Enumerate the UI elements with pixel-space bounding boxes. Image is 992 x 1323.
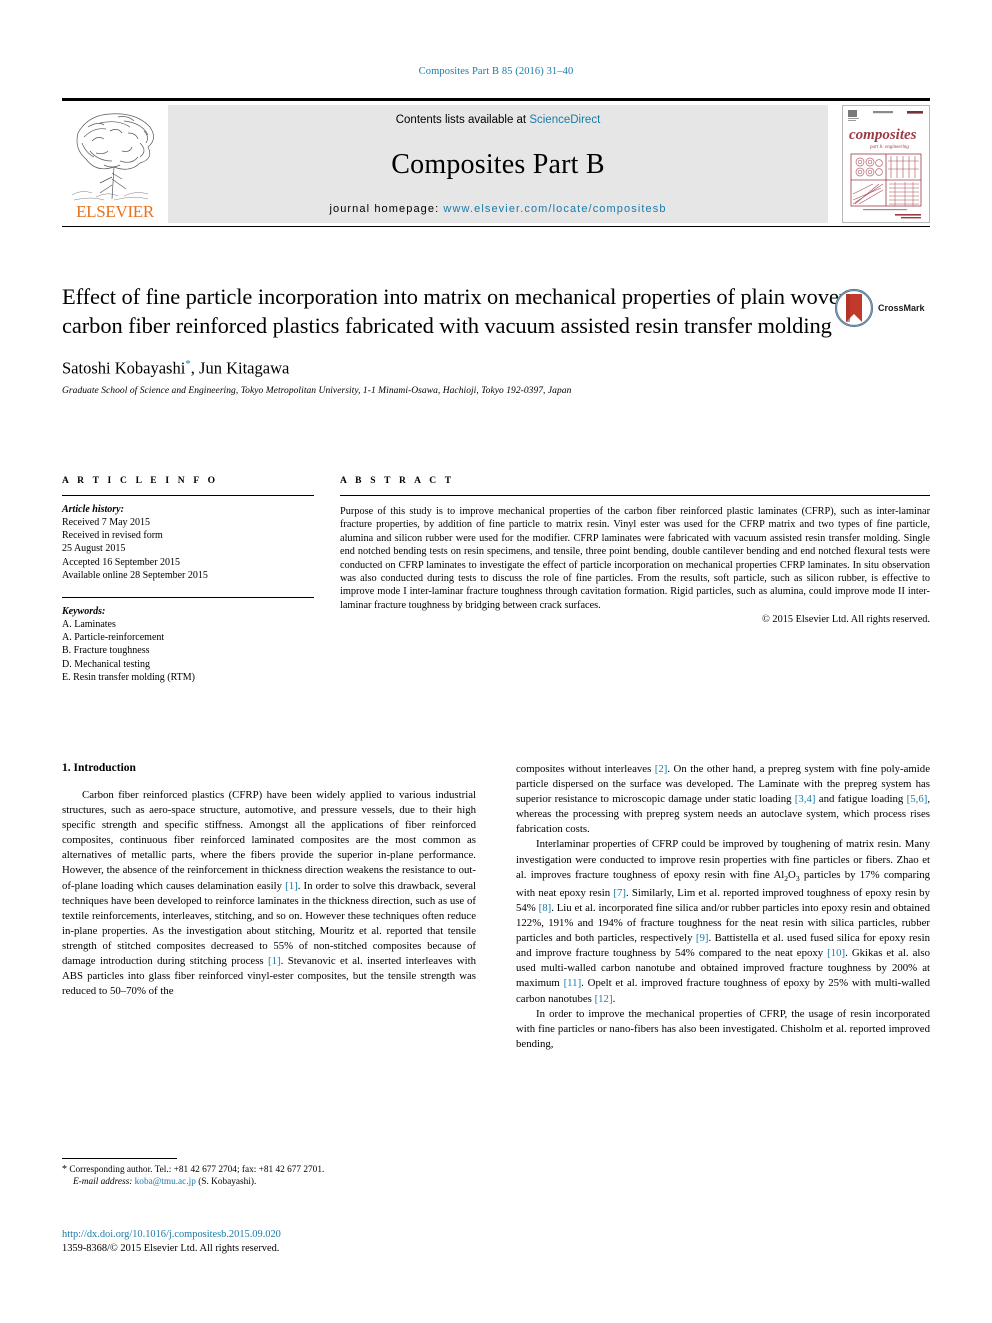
email-address-link[interactable]: koba@tmu.ac.jp (135, 1177, 196, 1187)
journal-homepage-line: journal homepage: www.elsevier.com/locat… (329, 203, 666, 215)
article-history-label: Article history: (62, 504, 124, 515)
body-column-right: composites without interleaves [2]. On t… (516, 762, 930, 1052)
article-info-rule (62, 495, 314, 496)
author-list: Satoshi Kobayashi*, Jun Kitagawa (62, 358, 930, 379)
sciencedirect-link[interactable]: ScienceDirect (529, 114, 600, 126)
email-owner: (S. Kobayashi). (198, 1177, 257, 1188)
masthead-body: ELSEVIER Contents lists available at Sci… (62, 104, 930, 223)
section-heading-introduction: 1. Introduction (62, 762, 136, 774)
affiliation: Graduate School of Science and Engineeri… (62, 385, 572, 396)
body-column-left: 1. Introduction Carbon fiber reinforced … (62, 762, 476, 1052)
body-columns: 1. Introduction Carbon fiber reinforced … (62, 762, 930, 1052)
contents-prefix: Contents lists available at (395, 113, 530, 126)
elsevier-tree-icon (71, 112, 154, 200)
abstract-copyright: © 2015 Elsevier Ltd. All rights reserved… (762, 614, 930, 626)
footnote-block: * Corresponding author. Tel.: +81 42 677… (62, 1158, 476, 1189)
doi-block: http://dx.doi.org/10.1016/j.compositesb.… (62, 1228, 562, 1256)
masthead-top-rule (62, 98, 930, 101)
abstract-rule (340, 495, 930, 496)
footnote-rule (62, 1158, 177, 1159)
doi-link[interactable]: http://dx.doi.org/10.1016/j.compositesb.… (62, 1228, 562, 1242)
keyword-item: D. Mechanical testing (62, 658, 151, 670)
page-title: Effect of fine particle incorporation in… (62, 284, 850, 338)
elsevier-logo: ELSEVIER (62, 104, 168, 223)
cover-artwork: composites part b: engineering (843, 105, 929, 222)
keyword-item: A. Laminates (62, 619, 116, 631)
crossmark-badge[interactable]: CrossMark (834, 286, 930, 330)
email-address-label: E-mail address: (73, 1177, 133, 1188)
journal-title: Composites Part B (391, 149, 605, 180)
homepage-prefix: journal homepage: (329, 202, 444, 215)
abstract-heading: A B S T R A C T (340, 476, 455, 486)
keywords-rule (62, 597, 314, 599)
keywords-label: Keywords: (62, 606, 106, 618)
crossmark-icon[interactable] (834, 288, 874, 328)
author-rest: , Jun Kitagawa (190, 358, 290, 378)
masthead-bottom-rule (62, 225, 930, 227)
keyword-item: B. Fracture toughness (62, 645, 150, 657)
intro-paragraph: Interlaminar properties of CFRP could be… (516, 838, 931, 1005)
author-primary: Satoshi Kobayashi (62, 358, 186, 378)
svg-text:part b: engineering: part b: engineering (869, 145, 909, 150)
svg-text:composites: composites (849, 127, 917, 143)
history-item: Received in revised form (62, 530, 163, 542)
history-item: 25 August 2015 (62, 543, 126, 555)
abstract-text: Purpose of this study is to improve mech… (340, 506, 930, 611)
intro-paragraph: In order to improve the mechanical prope… (516, 1007, 930, 1050)
article-info-column: A R T I C L E I N F O Article history: R… (62, 476, 314, 684)
article-info-heading: A R T I C L E I N F O (62, 476, 219, 486)
issn-copyright-line: 1359-8368/© 2015 Elsevier Ltd. All right… (62, 1243, 280, 1254)
history-item: Received 7 May 2015 (62, 517, 151, 528)
info-abstract-block: A R T I C L E I N F O Article history: R… (62, 476, 930, 684)
history-item: Accepted 16 September 2015 (62, 556, 181, 568)
journal-homepage-link[interactable]: www.elsevier.com/locate/compositesb (443, 203, 666, 215)
contents-list-line: Contents lists available at ScienceDirec… (396, 114, 601, 126)
elsevier-wordmark: ELSEVIER (76, 201, 154, 221)
footnote-star: * (62, 1164, 67, 1175)
intro-paragraph: Carbon fiber reinforced plastics (CFRP) … (62, 789, 476, 998)
journal-cover-thumbnail: composites part b: engineering (842, 104, 930, 223)
crossmark-label: CrossMark (878, 303, 925, 313)
running-head: Composites Part B 85 (2016) 31–40 (418, 66, 574, 77)
history-item: Available online 28 September 2015 (62, 569, 208, 581)
email-note: E-mail address: koba@tmu.ac.jp (S. Kobay… (62, 1176, 476, 1188)
intro-paragraph: composites without interleaves [2]. On t… (516, 763, 931, 836)
keyword-item: A. Particle-reinforcement (62, 632, 165, 644)
title-block: Effect of fine particle incorporation in… (62, 282, 930, 396)
keyword-item: E. Resin transfer molding (RTM) (62, 671, 195, 683)
corresponding-author-note: * Corresponding author. Tel.: +81 42 677… (62, 1164, 476, 1176)
masthead-center: Contents lists available at ScienceDirec… (168, 104, 828, 223)
abstract-column: A B S T R A C T Purpose of this study is… (340, 476, 930, 684)
article-page: Composites Part B 85 (2016) 31–40 ELSEVI… (0, 0, 992, 1323)
corresponding-author-text: Corresponding author. Tel.: +81 42 677 2… (69, 1165, 325, 1175)
journal-masthead: ELSEVIER Contents lists available at Sci… (62, 98, 930, 227)
